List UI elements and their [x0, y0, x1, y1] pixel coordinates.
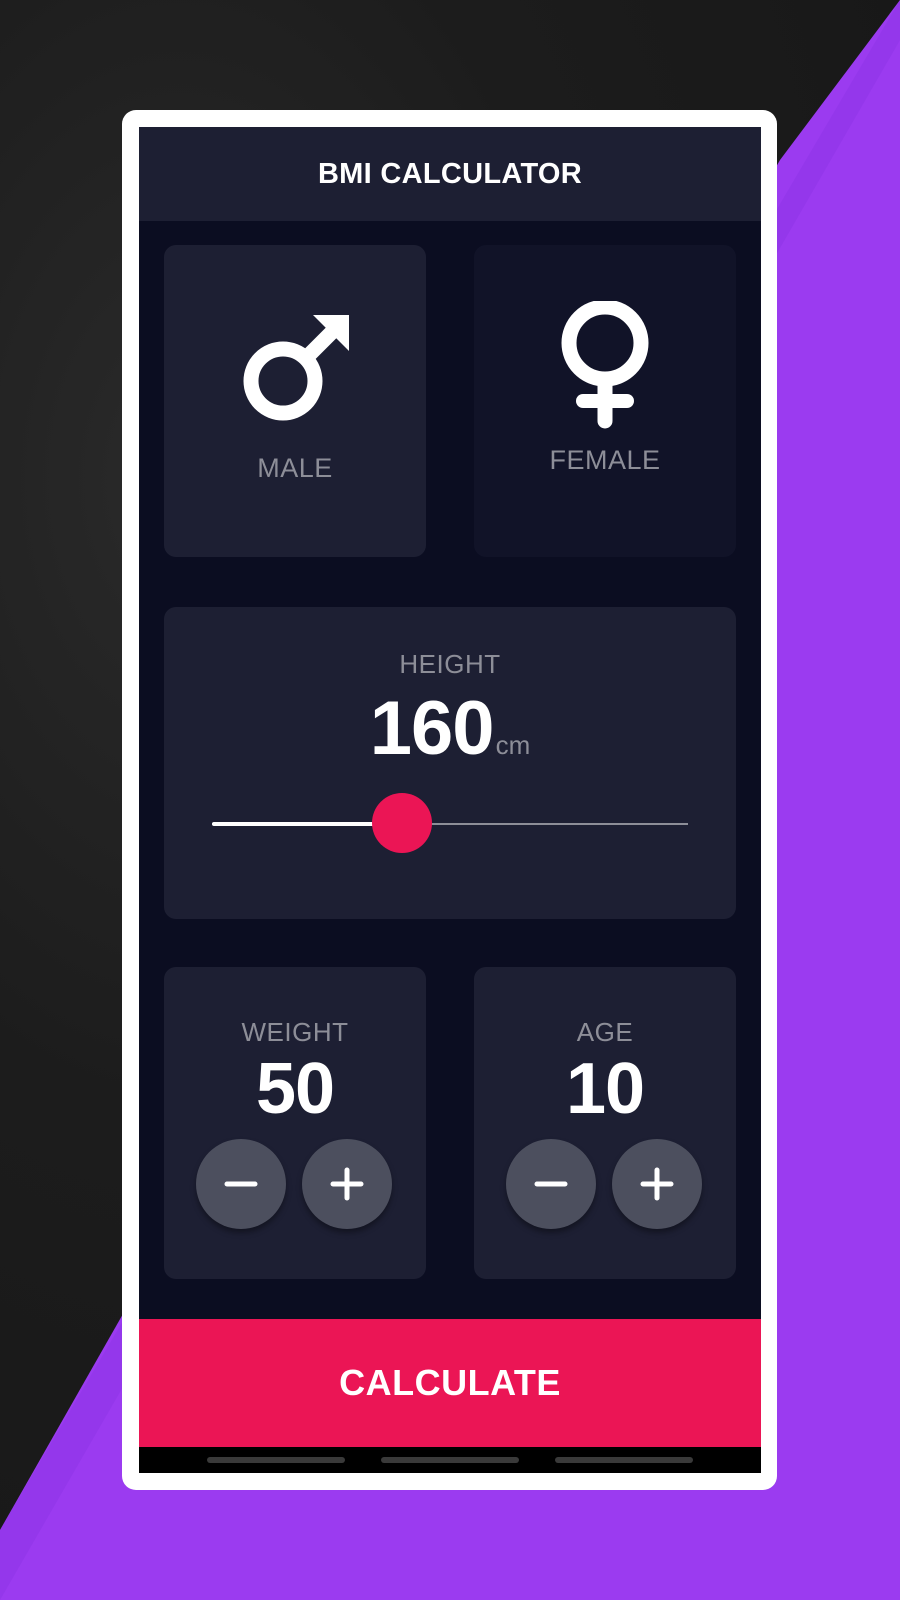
plus-icon: [330, 1167, 364, 1201]
age-value: 10: [565, 1049, 645, 1129]
calculate-label: CALCULATE: [339, 1362, 561, 1403]
height-card: HEIGHT 160 cm: [164, 607, 736, 919]
weight-decrement-button[interactable]: [196, 1139, 286, 1229]
male-label: MALE: [257, 453, 333, 483]
age-card: AGE 10: [474, 967, 736, 1279]
app-screen: BMI CALCULATOR MALE FEMALE HEIGHT 160 cm: [139, 127, 761, 1473]
nav-button-recents[interactable]: [555, 1457, 693, 1463]
minus-icon: [534, 1181, 568, 1187]
system-nav-bar: [139, 1447, 761, 1473]
age-increment-button[interactable]: [612, 1139, 702, 1229]
weight-increment-button[interactable]: [302, 1139, 392, 1229]
female-card[interactable]: FEMALE: [474, 245, 736, 557]
nav-button-home[interactable]: [381, 1457, 519, 1463]
female-symbol-icon: [561, 301, 649, 429]
male-card[interactable]: MALE: [164, 245, 426, 557]
height-value-row: 160 cm: [164, 685, 736, 772]
weight-label: WEIGHT: [241, 1017, 349, 1047]
height-label: HEIGHT: [399, 649, 501, 679]
plus-icon: [640, 1167, 674, 1201]
age-decrement-button[interactable]: [506, 1139, 596, 1229]
weight-value: 50: [255, 1049, 335, 1129]
nav-button-back[interactable]: [207, 1457, 345, 1463]
male-symbol-icon: [243, 315, 349, 421]
calculate-button[interactable]: CALCULATE: [139, 1319, 761, 1447]
height-slider[interactable]: [212, 793, 688, 853]
app-title: BMI CALCULATOR: [317, 157, 583, 190]
app-bar: BMI CALCULATOR: [139, 127, 761, 221]
height-slider-thumb[interactable]: [372, 793, 433, 853]
height-value: 160: [369, 686, 495, 771]
minus-icon: [224, 1181, 258, 1187]
height-unit: cm: [495, 730, 531, 760]
female-label: FEMALE: [549, 445, 661, 475]
age-label: AGE: [576, 1017, 634, 1047]
weight-card: WEIGHT 50: [164, 967, 426, 1279]
